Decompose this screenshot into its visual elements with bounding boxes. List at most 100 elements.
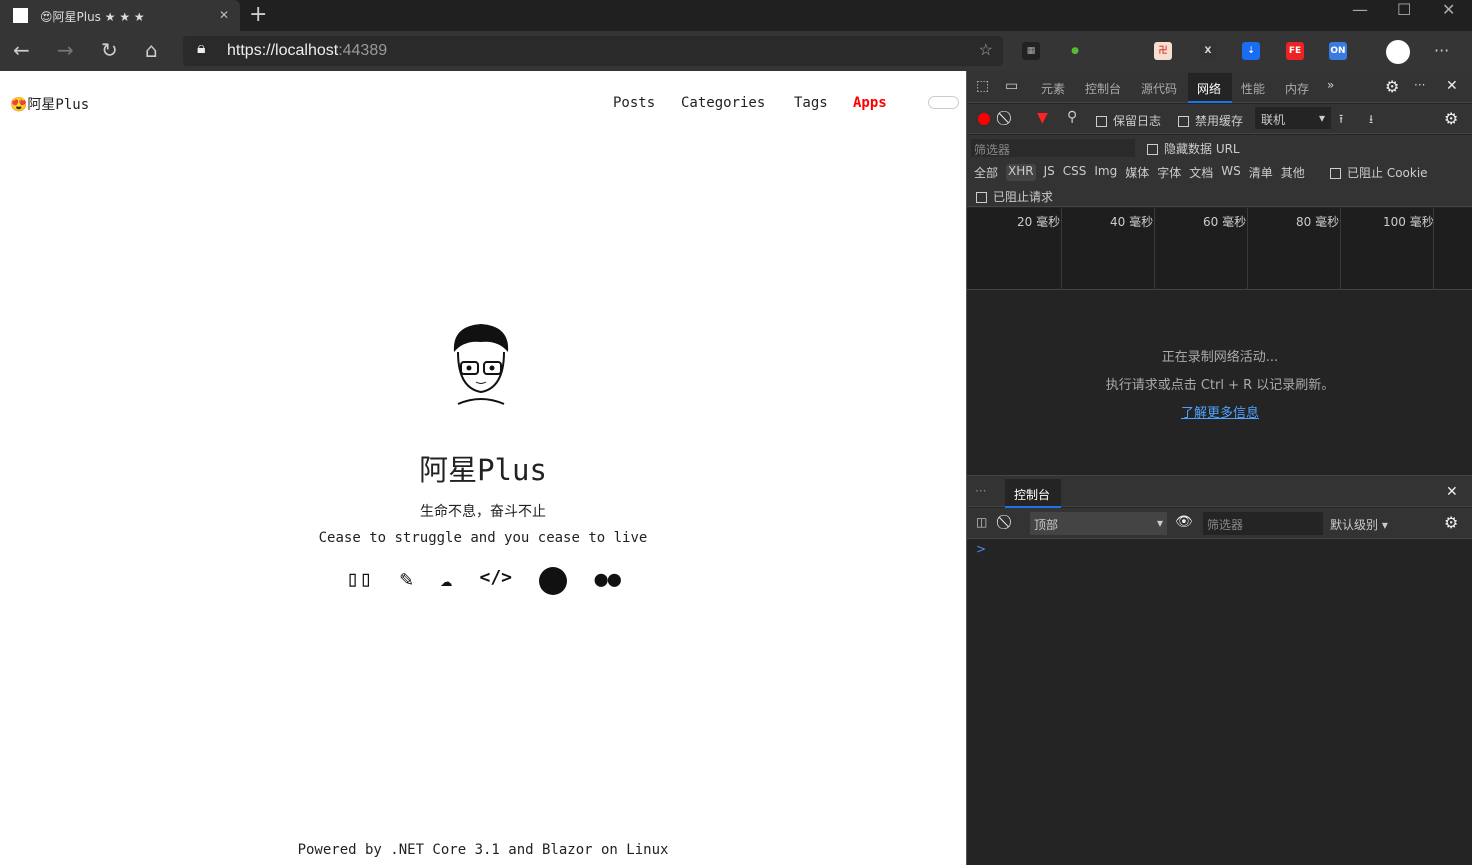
site-name: 阿星Plus [419, 453, 547, 487]
on-extension-icon[interactable]: ON [1329, 42, 1347, 60]
site-logo[interactable]: 😍阿星Plus [10, 94, 89, 114]
filter-funnel-icon[interactable]: ▼ [1037, 110, 1048, 126]
tab-console[interactable]: 控制台 [1085, 80, 1121, 97]
x-extension-icon[interactable]: X [1199, 42, 1217, 60]
github-icon[interactable] [539, 567, 568, 595]
favorite-star-icon[interactable]: ☆ [979, 40, 993, 60]
sidebar-toggle-icon[interactable]: ◫ [976, 515, 987, 529]
book-icon[interactable]: ▯▯ [346, 567, 373, 597]
timeline-tick: 20 毫秒 [1017, 215, 1061, 229]
back-icon[interactable]: ← [13, 38, 30, 62]
filter-bar: 筛选器 隐藏数据 URL 全部 XHR JS CSS Img 媒体 字体 文档 … [967, 135, 1472, 207]
drawer-more-icon[interactable]: ··· [975, 484, 986, 498]
apple-extension-icon[interactable]: ● [1066, 42, 1084, 60]
tab-network[interactable]: 网络 [1197, 80, 1221, 97]
web-page: 😍阿星Plus Posts Categories Tags Apps 阿星Plu… [0, 71, 966, 865]
record-icon[interactable] [978, 113, 990, 125]
context-select[interactable]: 顶部 ▾ [1030, 512, 1167, 535]
avatar [453, 324, 509, 405]
device-emulation-icon[interactable]: ▭ [1005, 78, 1018, 94]
wechat-icon[interactable]: ●● [594, 567, 621, 597]
inspect-element-icon[interactable]: ⬚ [976, 78, 989, 94]
close-window-button[interactable]: ✕ [1442, 0, 1455, 19]
blocked-cookies-checkbox[interactable]: 已阻止 Cookie [1330, 164, 1428, 181]
console-settings-icon[interactable]: ⚙ [1444, 513, 1458, 532]
timeline-tick: 100 毫秒 [1383, 215, 1434, 229]
extension-icon[interactable]: 卍 [1154, 42, 1172, 60]
close-drawer-icon[interactable]: ✕ [1446, 484, 1458, 500]
hide-data-urls-checkbox[interactable]: 隐藏数据 URL [1147, 140, 1240, 157]
export-har-icon[interactable]: ⭳ [1369, 110, 1373, 131]
devtools-panel: ⬚ ▭ 元素 控制台 源代码 网络 性能 内存 » ⚙ ··· ✕ ⃠ ▼ ⚲ … [966, 71, 1472, 865]
close-devtools-icon[interactable]: ✕ [1446, 78, 1458, 94]
drawer-tabs: ··· 控制台 ✕ [967, 475, 1472, 508]
filter-input[interactable]: 筛选器 [974, 143, 1010, 157]
qr-code-extension-icon[interactable]: ▦ [1022, 42, 1040, 60]
preserve-log-checkbox[interactable]: 保留日志 [1096, 112, 1161, 129]
url-scheme: https:// [227, 42, 276, 59]
blocked-requests-checkbox[interactable]: 已阻止请求 [976, 188, 1053, 205]
nav-apps[interactable]: Apps [853, 95, 887, 111]
download-extension-icon[interactable]: ⇣ [1242, 42, 1260, 60]
network-toolbar: ⃠ ▼ ⚲ 保留日志 禁用缓存 联机▾ ⭱ ⭳ ⚙ [967, 104, 1472, 134]
type-font[interactable]: 字体 [1157, 164, 1181, 181]
close-tab-icon[interactable]: ✕ [219, 8, 229, 22]
more-options-icon[interactable]: ··· [1414, 78, 1425, 92]
console-toolbar: ◫ ⃠ 顶部▾ 👁︎ 筛选器 默认级别 ▾ ⚙ [967, 508, 1472, 539]
console-prompt[interactable]: > [976, 542, 986, 556]
maximize-button[interactable]: ☐ [1397, 0, 1411, 19]
tab-performance[interactable]: 性能 [1241, 80, 1265, 97]
disable-cache-checkbox[interactable]: 禁用缓存 [1178, 112, 1243, 129]
type-other[interactable]: 其他 [1281, 164, 1305, 181]
import-har-icon[interactable]: ⭱ [1339, 110, 1343, 131]
tab-strip: 😍阿星Plus ★ ★ ★ ✕ + — ☐ ✕ [0, 0, 1472, 31]
profile-avatar[interactable] [1386, 40, 1410, 64]
minimize-button[interactable]: — [1352, 0, 1368, 19]
lock-icon: 🔒︎ [197, 40, 206, 57]
motto-english: Cease to struggle and you cease to live [318, 530, 648, 546]
type-xhr[interactable]: XHR [1006, 164, 1036, 181]
type-all[interactable]: 全部 [974, 164, 998, 181]
nav-tags[interactable]: Tags [794, 95, 828, 111]
learn-more-link[interactable]: 了解更多信息 [967, 402, 1472, 421]
type-img[interactable]: Img [1094, 164, 1117, 181]
refresh-icon[interactable]: ↻ [101, 38, 118, 62]
url-host: localhost [275, 42, 339, 59]
tab-sources[interactable]: 源代码 [1141, 80, 1177, 97]
nav-categories[interactable]: Categories [681, 95, 765, 111]
type-media[interactable]: 媒体 [1125, 164, 1149, 181]
nav-posts[interactable]: Posts [613, 95, 655, 111]
tab-memory[interactable]: 内存 [1285, 80, 1309, 97]
devtools-tabs: ⬚ ▭ 元素 控制台 源代码 网络 性能 内存 » ⚙ ··· ✕ [967, 71, 1472, 103]
settings-gear-icon[interactable]: ⚙ [1385, 77, 1399, 96]
tab-elements[interactable]: 元素 [1041, 80, 1065, 97]
favicon [13, 8, 28, 23]
address-bar[interactable]: 🔒︎ https://localhost:44389 ☆ [183, 36, 1003, 66]
drawer-tab-console[interactable]: 控制台 [1014, 486, 1050, 503]
new-tab-button[interactable]: + [249, 2, 267, 27]
timeline-tick: 80 毫秒 [1296, 215, 1340, 229]
browser-tab[interactable]: 😍阿星Plus ★ ★ ★ ✕ [0, 0, 240, 31]
type-manifest[interactable]: 清单 [1249, 164, 1273, 181]
settings-more-icon[interactable]: ··· [1434, 41, 1449, 60]
throttling-select[interactable]: 联机 ▾ [1255, 107, 1331, 129]
more-tabs-icon[interactable]: » [1327, 78, 1334, 92]
type-css[interactable]: CSS [1063, 164, 1087, 181]
cloud-api-icon[interactable]: ☁ [440, 567, 452, 597]
forward-icon[interactable]: → [57, 38, 74, 62]
notebook-icon[interactable]: ✎ [400, 567, 413, 597]
type-ws[interactable]: WS [1221, 164, 1240, 181]
type-js[interactable]: JS [1044, 164, 1055, 181]
timeline-overview[interactable]: 20 毫秒 40 毫秒 60 毫秒 80 毫秒 100 毫秒 [967, 208, 1472, 290]
type-doc[interactable]: 文档 [1189, 164, 1213, 181]
theme-toggle[interactable] [928, 96, 959, 109]
tab-title: 😍阿星Plus ★ ★ ★ [40, 10, 145, 24]
network-settings-icon[interactable]: ⚙ [1444, 109, 1458, 128]
log-levels-dropdown[interactable]: 默认级别 ▾ [1330, 516, 1388, 533]
live-expression-eye-icon[interactable]: 👁︎ [1175, 514, 1193, 530]
home-icon[interactable]: ⌂ [145, 38, 158, 62]
code-icon[interactable]: </> [480, 567, 513, 597]
console-filter-input[interactable]: 筛选器 [1203, 512, 1323, 535]
search-icon[interactable]: ⚲ [1067, 109, 1077, 125]
fe-extension-icon[interactable]: FE [1286, 42, 1304, 60]
